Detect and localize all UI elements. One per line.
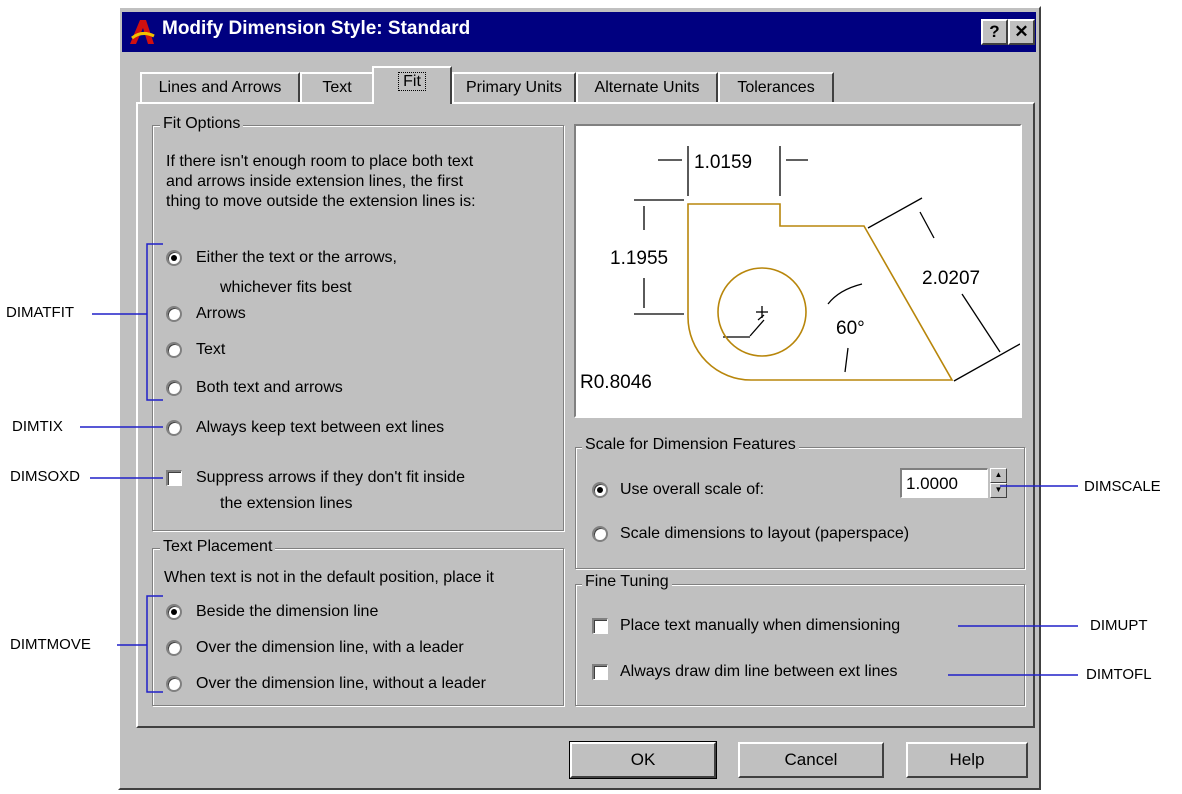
annotation-dimscale: DIMSCALE bbox=[1084, 478, 1161, 495]
annotation-dimupt: DIMUPT bbox=[1090, 617, 1148, 634]
tab-fit-label: Fit bbox=[398, 72, 426, 91]
annotation-dimtofl: DIMTOFL bbox=[1086, 666, 1152, 683]
annotation-dimatfit: DIMATFIT bbox=[6, 304, 75, 321]
annotation-dimtix: DIMTIX bbox=[12, 418, 63, 435]
annotation-dimtmove: DIMTMOVE bbox=[10, 636, 91, 653]
annotation-dimsoxd: DIMSOXD bbox=[10, 468, 81, 485]
annotation-lines bbox=[80, 243, 1078, 693]
tab-fit[interactable]: Fit bbox=[372, 66, 452, 104]
